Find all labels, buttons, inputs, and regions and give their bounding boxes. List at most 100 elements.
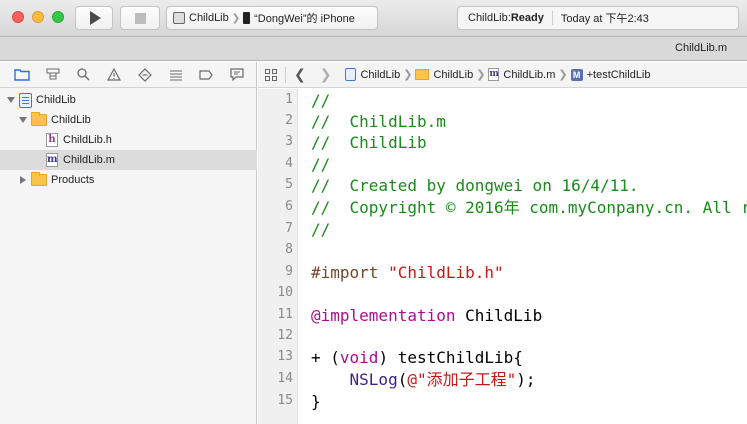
code-line: + (void) testChildLib{ bbox=[311, 348, 523, 368]
code-line: NSLog(@"添加子工程"); bbox=[311, 370, 536, 390]
debug-navigator-icon[interactable] bbox=[164, 66, 188, 84]
folder-icon bbox=[31, 172, 47, 186]
tree-item-childlib-m[interactable]: m ChildLib.m bbox=[0, 150, 257, 170]
tab-childlib-m[interactable]: ChildLib.m bbox=[675, 42, 727, 54]
tree-item-label: ChildLib.h bbox=[63, 134, 112, 146]
play-icon bbox=[90, 11, 101, 25]
line-number: 11 bbox=[277, 307, 293, 322]
activity-target: ChildLib: bbox=[468, 12, 511, 24]
disclosure-expanded-icon[interactable] bbox=[6, 96, 15, 105]
code-line: // bbox=[311, 220, 331, 239]
find-navigator-icon[interactable] bbox=[72, 66, 96, 84]
project-navigator: ChildLib ChildLib h ChildLib.h m ChildLi… bbox=[0, 62, 257, 424]
code-line: // bbox=[311, 91, 331, 110]
code-line: // Created by dongwei on 16/4/11. bbox=[311, 176, 639, 195]
line-number: 2 bbox=[285, 113, 293, 128]
line-number: 1 bbox=[285, 92, 293, 107]
related-items-icon[interactable] bbox=[265, 68, 277, 81]
import-string: "ChildLib.h" bbox=[388, 263, 504, 282]
line-number: 6 bbox=[285, 199, 293, 214]
close-window-button[interactable] bbox=[12, 11, 24, 23]
scheme-icon bbox=[173, 12, 185, 24]
class-name: ChildLib bbox=[455, 306, 543, 325]
chevron-right-icon: ❯ bbox=[231, 12, 241, 24]
jump-bar: ❮ ❯ ChildLib ❯ ChildLib ❯ m ChildLib.m ❯… bbox=[258, 62, 747, 88]
report-navigator-icon[interactable] bbox=[225, 66, 249, 84]
jump-bar-method[interactable]: +testChildLib bbox=[587, 69, 651, 81]
folder-icon bbox=[31, 112, 47, 126]
tree-item-label: Products bbox=[51, 174, 95, 186]
line-number: 13 bbox=[277, 349, 293, 364]
line-number: 14 bbox=[277, 371, 293, 386]
forward-icon[interactable]: ❯ bbox=[320, 66, 332, 83]
zoom-window-button[interactable] bbox=[52, 11, 64, 23]
code-line: @implementation ChildLib bbox=[311, 306, 542, 326]
activity-viewer: ChildLib: Ready Today at 下午2:43 bbox=[457, 6, 739, 30]
line-number: 3 bbox=[285, 134, 293, 149]
line-number: 5 bbox=[285, 177, 293, 192]
preprocessor-directive: #import bbox=[311, 263, 389, 282]
jump-bar-group[interactable]: ChildLib bbox=[433, 69, 473, 81]
implementation-file-icon: m bbox=[46, 153, 58, 167]
keyword: void bbox=[339, 348, 379, 367]
keyword: @implementation bbox=[311, 306, 456, 325]
symbol-navigator-icon[interactable] bbox=[41, 66, 65, 84]
line-number: 12 bbox=[277, 328, 293, 343]
line-number: 15 bbox=[277, 393, 293, 408]
project-navigator-icon[interactable] bbox=[10, 66, 34, 84]
jump-bar-file[interactable]: ChildLib.m bbox=[503, 69, 555, 81]
test-navigator-icon[interactable] bbox=[133, 66, 157, 84]
navigator-selector-bar bbox=[0, 62, 256, 88]
method-signature: ) testChildLib{ bbox=[378, 348, 523, 367]
scheme-target[interactable]: ChildLib bbox=[189, 12, 229, 24]
punctuation: ( bbox=[397, 370, 408, 389]
header-file-icon: h bbox=[46, 133, 58, 147]
line-number-gutter[interactable]: 1 2 3 4 5 6 7 8 9 10 11 12 13 14 15 bbox=[258, 89, 298, 424]
code-line: // bbox=[311, 155, 331, 174]
activity-status: Ready bbox=[510, 12, 544, 24]
scheme-selector[interactable]: ChildLib ❯ “DongWei”的 iPhone bbox=[166, 6, 378, 30]
chevron-right-icon: ❯ bbox=[476, 69, 486, 81]
minimize-window-button[interactable] bbox=[32, 11, 44, 23]
tree-item-label: ChildLib bbox=[51, 114, 91, 126]
jump-bar-divider bbox=[285, 66, 286, 83]
scheme-device[interactable]: “DongWei”的 iPhone bbox=[254, 10, 355, 26]
xcode-project-icon bbox=[19, 92, 32, 108]
stop-button[interactable] bbox=[120, 6, 160, 30]
xcode-project-icon bbox=[345, 68, 357, 81]
tree-item-childlib-h[interactable]: h ChildLib.h bbox=[0, 130, 257, 150]
code-line: #import "ChildLib.h" bbox=[311, 263, 504, 283]
tree-item-label: ChildLib bbox=[36, 94, 76, 106]
chevron-right-icon: ❯ bbox=[558, 69, 568, 81]
method-icon: M bbox=[570, 68, 583, 81]
code-line: // ChildLib bbox=[311, 133, 427, 152]
line-number: 9 bbox=[285, 264, 293, 279]
issue-navigator-icon[interactable] bbox=[102, 66, 126, 84]
line-number: 7 bbox=[285, 221, 293, 236]
folder-icon bbox=[415, 69, 430, 80]
implementation-file-icon: m bbox=[488, 68, 500, 81]
line-number: 4 bbox=[285, 156, 293, 171]
tree-item-group-childlib[interactable]: ChildLib bbox=[0, 110, 257, 130]
code-line: // ChildLib.m bbox=[311, 112, 446, 131]
tree-item-project[interactable]: ChildLib bbox=[0, 90, 257, 110]
activity-time: Today at 下午2:43 bbox=[560, 13, 649, 25]
activity-divider bbox=[551, 11, 553, 25]
method-prefix: + ( bbox=[311, 348, 340, 367]
back-icon[interactable]: ❮ bbox=[294, 66, 306, 83]
tree-item-products[interactable]: Products bbox=[0, 170, 257, 190]
run-button[interactable] bbox=[75, 6, 113, 30]
window-toolbar: ChildLib ❯ “DongWei”的 iPhone ChildLib: R… bbox=[0, 0, 747, 37]
string-literal: @"添加子工程" bbox=[407, 370, 517, 389]
disclosure-expanded-icon[interactable] bbox=[18, 116, 27, 125]
iphone-icon bbox=[243, 12, 251, 24]
line-number: 8 bbox=[285, 242, 293, 257]
disclosure-collapsed-icon[interactable] bbox=[18, 176, 27, 185]
chevron-right-icon: ❯ bbox=[403, 69, 413, 81]
tree-item-label: ChildLib.m bbox=[63, 154, 115, 166]
source-editor[interactable]: // // ChildLib.m // ChildLib // // Creat… bbox=[299, 89, 747, 424]
code-line: } bbox=[311, 392, 321, 411]
jump-bar-project[interactable]: ChildLib bbox=[360, 69, 400, 81]
breakpoint-navigator-icon[interactable] bbox=[195, 66, 219, 84]
code-line: // Copyright © 2016年 com.myConpany.cn. A… bbox=[311, 198, 747, 217]
